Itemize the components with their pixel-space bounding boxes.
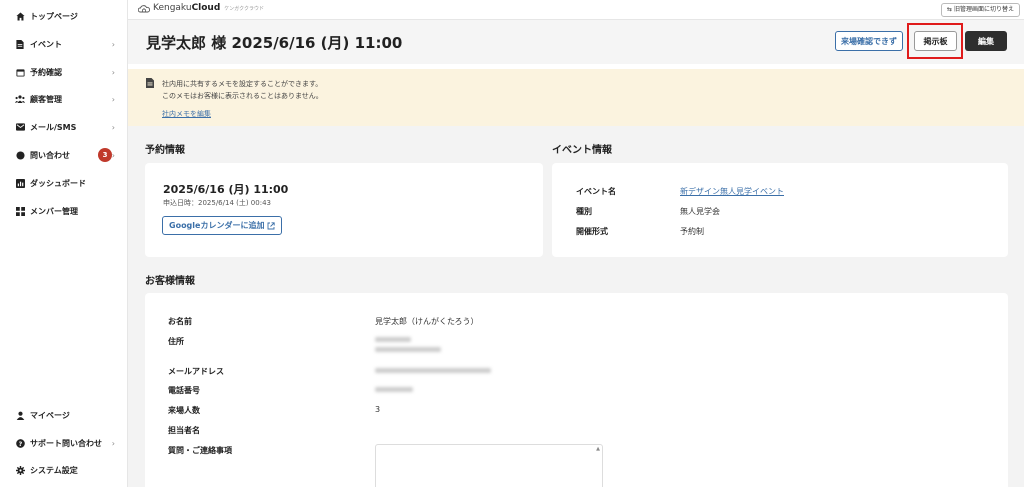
sidebar-item-dashboard[interactable]: ダッシュボード bbox=[15, 176, 123, 190]
home-icon bbox=[15, 11, 25, 21]
sidebar-item-label: サポート問い合わせ bbox=[30, 438, 102, 448]
top-bar: Kengaku Cloud ケンガククラウド ⇆ 旧管理画面に切り替え bbox=[128, 0, 1024, 20]
event-card: イベント名 新デザイン無人見学イベント 種別 無人見学会 開催形式 予約制 bbox=[552, 163, 1008, 257]
sidebar-item-top[interactable]: トップページ bbox=[15, 9, 123, 23]
reservation-datetime: 2025/6/16 (月) 11:00 bbox=[163, 183, 289, 196]
calendar-icon bbox=[15, 67, 25, 77]
sidebar-item-mail[interactable]: メール/SMS › bbox=[15, 120, 123, 134]
app-logo[interactable]: Kengaku Cloud ケンガククラウド bbox=[138, 3, 264, 13]
address-label: 住所 bbox=[168, 337, 184, 346]
chevron-right-icon: › bbox=[111, 94, 115, 104]
email-redacted bbox=[375, 368, 491, 373]
logo-text: Kengaku bbox=[153, 3, 192, 13]
internal-memo: 社内用に共有するメモを設定することができます。 このメモはお客様に表示されること… bbox=[128, 69, 1024, 126]
switch-legacy-admin-label: 旧管理画面に切り替え bbox=[953, 6, 1014, 13]
visitors-value: 3 bbox=[375, 405, 381, 414]
phone-label: 電話番号 bbox=[168, 386, 200, 395]
chevron-right-icon: › bbox=[111, 122, 115, 132]
event-name-link[interactable]: 新デザイン無人見学イベント bbox=[680, 186, 784, 197]
logo-subtext: ケンガククラウド bbox=[224, 5, 264, 12]
sidebar: トップページ イベント › 予約確認 › 顧客管理 › メール/SMS › 問い… bbox=[0, 0, 128, 487]
visitors-label: 来場人数 bbox=[168, 406, 200, 415]
scroll-up-icon[interactable]: ▲ bbox=[596, 446, 600, 452]
event-format-value: 予約制 bbox=[680, 227, 704, 236]
sidebar-item-support[interactable]: ? サポート問い合わせ › bbox=[15, 436, 123, 450]
sidebar-item-members[interactable]: メンバー管理 bbox=[15, 204, 123, 218]
customer-card: お名前 見学太郎（けんがくたろう） 住所 メールアドレス 電話番号 来場人数 3… bbox=[145, 293, 1008, 487]
edit-button[interactable]: 編集 bbox=[965, 31, 1007, 51]
sidebar-item-label: メンバー管理 bbox=[30, 206, 78, 216]
event-format-label: 開催形式 bbox=[576, 227, 608, 236]
sidebar-item-label: マイページ bbox=[30, 410, 70, 420]
sidebar-item-event[interactable]: イベント › bbox=[15, 37, 123, 51]
notification-badge: 3 bbox=[98, 148, 112, 162]
logo-text-bold: Cloud bbox=[191, 3, 221, 13]
reservation-section-title: 予約情報 bbox=[145, 145, 185, 156]
highlight-box bbox=[907, 23, 963, 59]
event-type-value: 無人見学会 bbox=[680, 207, 720, 216]
chat-icon bbox=[15, 150, 25, 160]
chevron-right-icon: › bbox=[111, 39, 115, 49]
sidebar-item-label: トップページ bbox=[30, 11, 78, 21]
external-link-icon bbox=[268, 221, 276, 229]
visit-not-confirmed-button[interactable]: 来場確認できず bbox=[835, 31, 903, 51]
sidebar-item-inquiry[interactable]: 問い合わせ 3 › bbox=[15, 148, 123, 162]
address-redacted bbox=[375, 337, 411, 342]
mail-icon bbox=[15, 122, 25, 132]
reservation-card: 2025/6/16 (月) 11:00 申込日時：2025/6/14 (土) 0… bbox=[145, 163, 543, 257]
staff-label: 担当者名 bbox=[168, 426, 200, 435]
add-google-calendar-label: Googleカレンダーに追加 bbox=[169, 221, 265, 230]
user-icon bbox=[15, 410, 25, 420]
address-redacted bbox=[375, 347, 441, 352]
chevron-right-icon: › bbox=[111, 150, 115, 160]
chevron-right-icon: › bbox=[111, 438, 115, 448]
question-textarea[interactable]: ▲ bbox=[375, 444, 603, 487]
event-name-label: イベント名 bbox=[576, 187, 616, 196]
event-section-title: イベント情報 bbox=[552, 145, 612, 156]
customer-section-title: お客様情報 bbox=[145, 276, 195, 287]
switch-icon: ⇆ bbox=[947, 6, 954, 13]
customer-name-label: お名前 bbox=[168, 317, 192, 326]
page-title: 見学太郎 様 2025/6/16 (月) 11:00 bbox=[146, 34, 403, 52]
edit-memo-link[interactable]: 社内メモを編集 bbox=[162, 109, 211, 119]
users-icon bbox=[15, 94, 25, 104]
chart-icon bbox=[15, 178, 25, 188]
sidebar-item-customers[interactable]: 顧客管理 › bbox=[15, 92, 123, 106]
help-icon: ? bbox=[15, 438, 25, 448]
memo-description: 社内用に共有するメモを設定することができます。 bbox=[162, 80, 323, 88]
sidebar-item-settings[interactable]: システム設定 bbox=[15, 463, 123, 477]
sidebar-item-label: イベント bbox=[30, 39, 62, 49]
main-content: 予約情報 イベント情報 2025/6/16 (月) 11:00 申込日時：202… bbox=[128, 126, 1024, 487]
sidebar-item-reservation[interactable]: 予約確認 › bbox=[15, 65, 123, 79]
memo-icon bbox=[146, 78, 154, 88]
gear-icon bbox=[15, 465, 25, 475]
sidebar-item-label: メール/SMS bbox=[30, 122, 77, 132]
chevron-right-icon: › bbox=[111, 67, 115, 77]
page-header: 見学太郎 様 2025/6/16 (月) 11:00 来場確認できず 掲示板 編… bbox=[128, 20, 1024, 64]
phone-redacted bbox=[375, 387, 413, 392]
add-google-calendar-button[interactable]: Googleカレンダーに追加 bbox=[162, 216, 283, 235]
applied-datetime: 申込日時：2025/6/14 (土) 00:43 bbox=[163, 199, 271, 207]
email-label: メールアドレス bbox=[168, 367, 224, 376]
sidebar-item-label: 予約確認 bbox=[30, 67, 62, 77]
memo-description: このメモはお客様に表示されることはありません。 bbox=[162, 92, 323, 100]
document-icon bbox=[15, 39, 25, 49]
sidebar-item-label: ダッシュボード bbox=[30, 178, 86, 188]
event-type-label: 種別 bbox=[576, 207, 592, 216]
sidebar-item-label: システム設定 bbox=[30, 465, 78, 475]
customer-name-value: 見学太郎（けんがくたろう） bbox=[375, 317, 479, 326]
svg-text:?: ? bbox=[18, 441, 22, 448]
sidebar-item-label: 顧客管理 bbox=[30, 94, 62, 104]
sidebar-item-mypage[interactable]: マイページ bbox=[15, 408, 123, 422]
grid-icon bbox=[15, 206, 25, 216]
cloud-house-icon bbox=[138, 4, 150, 12]
question-label: 質問・ご連絡事項 bbox=[168, 446, 232, 455]
switch-legacy-admin-button[interactable]: ⇆ 旧管理画面に切り替え bbox=[941, 3, 1020, 17]
sidebar-item-label: 問い合わせ bbox=[30, 150, 70, 160]
